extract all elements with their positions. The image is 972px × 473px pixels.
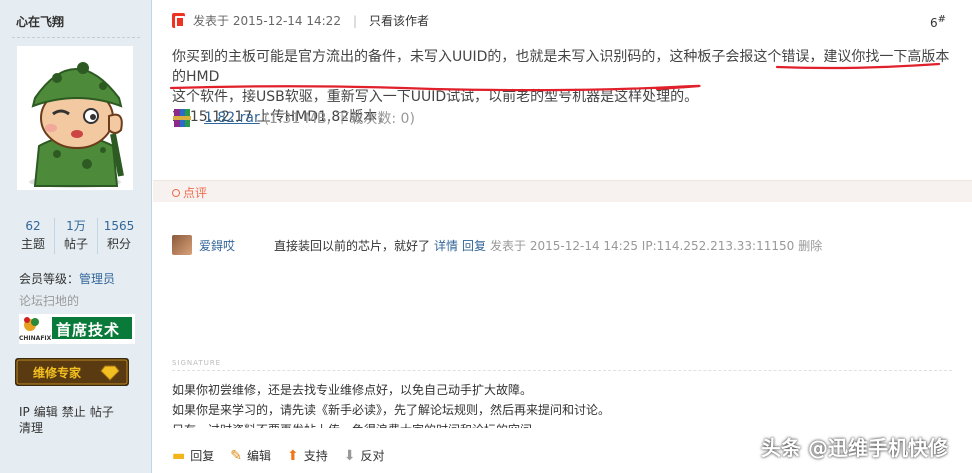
- comment-ring-icon: [172, 188, 180, 197]
- arrow-down-icon: ⬇: [343, 447, 356, 464]
- header-separator: |: [352, 13, 357, 28]
- comment-meta: 发表于 2015-12-14 14:25 IP:114.252.213.33:1…: [490, 238, 795, 253]
- badge-repair-expert[interactable]: 维修专家: [15, 358, 129, 386]
- comment-text: 直接装回以前的芯片，就好了: [274, 238, 431, 253]
- author-only-link[interactable]: 只看该作者: [369, 12, 429, 29]
- signature-divider: [172, 370, 952, 371]
- stat-points[interactable]: 1565 积分: [97, 218, 140, 254]
- stat-label: 主题: [20, 237, 45, 251]
- floor-sup: #: [937, 14, 946, 25]
- admin-ip-link[interactable]: IP: [19, 405, 30, 419]
- post-actions: ▬ 回复 ✎ 编辑 ⬆ 支持 ⬇ 反对: [172, 447, 401, 464]
- post-status-icon: [172, 13, 185, 28]
- comment-avatar[interactable]: [172, 235, 192, 255]
- oppose-button[interactable]: ⬇ 反对: [344, 447, 385, 464]
- reply-icon: ▬: [172, 447, 186, 464]
- arrow-up-icon: ⬆: [287, 447, 299, 464]
- stat-value: 62: [25, 219, 41, 233]
- comment-delete-link[interactable]: 删除: [798, 237, 822, 254]
- admin-edit-link[interactable]: 编辑: [34, 405, 58, 419]
- post-main: 发表于 2015-12-14 14:22 | 只看该作者 6# 你买到的主板可能…: [153, 0, 972, 473]
- comment-section-header: 点评: [153, 180, 972, 202]
- avatar[interactable]: [17, 46, 133, 190]
- member-level-label: 会员等级：: [19, 272, 80, 286]
- comment-detail-link[interactable]: 详情: [434, 237, 458, 254]
- signature-line: 如果你初尝维修，还是去找专业维修点好，以免自己动手扩大故障。: [172, 383, 533, 397]
- signature: 如果你初尝维修，还是去找专业维修点好，以免自己动手扩大故障。 如果你是来学习的，…: [172, 380, 952, 428]
- comment-title-text: 点评: [183, 186, 208, 200]
- attachment-link[interactable]: 1.82.rar: [204, 110, 260, 126]
- reply-label: 回复: [190, 449, 215, 463]
- badge-text: 首席技术: [56, 321, 121, 339]
- sidebar-divider: [12, 37, 140, 38]
- rar-archive-icon: [173, 109, 191, 127]
- stat-value: 1565: [103, 219, 135, 233]
- stat-threads[interactable]: 62 主题: [12, 218, 54, 254]
- post-line-1: 你买到的主板可能是官方流出的备件，未写入UUID的，也就是未写入识别码的，这种板…: [172, 47, 952, 87]
- stat-label: 帖子: [63, 237, 88, 251]
- comment-title: 点评: [172, 184, 207, 201]
- support-label: 支持: [303, 449, 328, 463]
- floor-number[interactable]: 6#: [930, 14, 946, 30]
- post-line-2: 这个软件，接USB软驱，重新写入一下UUID试试，以前老的型号机器是这样处理的。: [172, 89, 699, 105]
- pencil-icon: ✎: [230, 447, 242, 464]
- stat-value: 1万: [66, 219, 86, 233]
- reply-button[interactable]: ▬ 回复: [172, 447, 214, 464]
- stat-label: 积分: [106, 237, 131, 251]
- user-stats: 62 主题 1万 帖子 1565 积分: [12, 218, 140, 254]
- comment-reply-link[interactable]: 回复: [462, 237, 486, 254]
- post-date: 发表于 2015-12-14 14:22: [193, 14, 341, 28]
- admin-posts-link[interactable]: 帖子: [90, 405, 114, 419]
- signature-label: SIGNATURE: [172, 359, 222, 367]
- stat-posts[interactable]: 1万 帖子: [54, 218, 97, 254]
- member-level: 会员等级：管理员: [19, 270, 115, 287]
- badge-text: 维修专家: [33, 366, 82, 380]
- badge-chief-tech[interactable]: CHINAFIX 首席技术: [19, 314, 135, 344]
- comment-item: 爱鍀哎 直接装回以前的芯片，就好了 详情 回复 发表于 2015-12-14 1…: [172, 235, 822, 255]
- attachment: 1.82.rar (1.31 MB, 下载次数: 0): [172, 108, 415, 128]
- support-button[interactable]: ⬆ 支持: [287, 447, 328, 464]
- member-level-value[interactable]: 管理员: [79, 272, 115, 286]
- admin-links: IP 编辑 禁止 帖子 清理: [19, 404, 129, 436]
- user-profile-sidebar: 心在飞翔 62 主题 1万 帖子 1565 积分 会员等级：管理员 论坛扫地的 …: [0, 0, 152, 473]
- forum-title: 论坛扫地的: [19, 294, 80, 308]
- comment-username[interactable]: 爱鍀哎: [199, 237, 274, 254]
- admin-clean-link[interactable]: 清理: [19, 421, 43, 435]
- oppose-label: 反对: [360, 449, 385, 463]
- watermark: 头条 @迅维手机快修: [761, 436, 948, 460]
- edit-label: 编辑: [246, 449, 271, 463]
- attachment-meta: (1.31 MB, 下载次数: 0): [263, 111, 415, 127]
- badge-brand: CHINAFIX: [19, 335, 52, 342]
- post-header: 发表于 2015-12-14 14:22 | 只看该作者: [172, 12, 429, 29]
- post-text: 你买到的主板可能是官方流出的备件，未写入UUID的，也就是未写入识别码的，这种板…: [172, 49, 824, 65]
- floor-value: 6: [929, 16, 938, 30]
- soldier-avatar-image: [29, 62, 124, 188]
- edit-button[interactable]: ✎ 编辑: [230, 447, 271, 464]
- signature-line: 如果你是来学习的，请先读《新手必读》，先了解论坛规则，然后再来提问和讨论。: [172, 403, 611, 417]
- signature-line: 只有，过时资料不要再发帖上传，免得浪费大家的时间和论坛的空间: [172, 420, 952, 428]
- admin-ban-link[interactable]: 禁止: [62, 405, 86, 419]
- username[interactable]: 心在飞翔: [16, 13, 64, 30]
